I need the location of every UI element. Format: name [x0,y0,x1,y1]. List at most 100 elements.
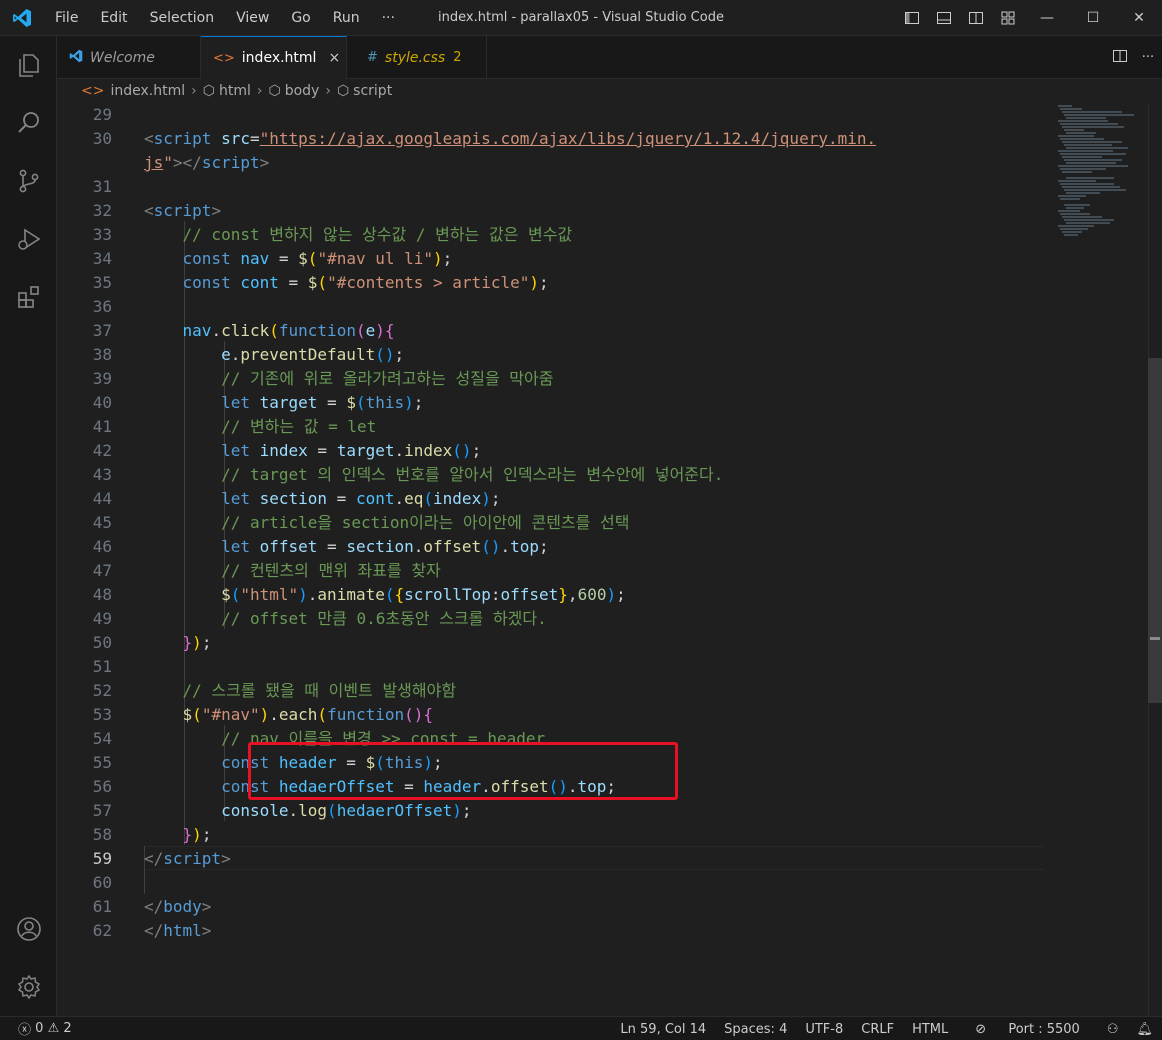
status-bar: ⓧ 0 ⚠ 2 Ln 59, Col 14 Spaces: 4 UTF-8 CR… [0,1016,1162,1040]
code-line[interactable]: 39 // 기존에 위로 올라가려고하는 성질을 막아줌 [57,367,1057,391]
code-line[interactable]: 58 }); [57,823,1057,847]
tab-welcome[interactable]: Welcome [57,36,201,79]
accounts-icon[interactable] [0,900,57,958]
code-line[interactable]: 35 const cont = $("#contents > article")… [57,271,1057,295]
code-line[interactable]: 52 // 스크롤 됐을 때 이벤트 발생해야함 [57,679,1057,703]
code-line[interactable]: 60 [57,871,1057,895]
language-mode[interactable]: HTML [903,1022,957,1037]
code-line[interactable]: 31 [57,175,1057,199]
minimap[interactable] [1058,103,1148,243]
code-text: </body> [144,897,212,916]
toggle-secondary-sidebar-icon[interactable] [960,0,992,36]
more-actions-icon[interactable]: ··· [1134,50,1162,65]
code-line[interactable]: 62 </html> [57,919,1057,943]
menu-edit[interactable]: Edit [89,0,138,36]
code-line[interactable]: 41 // 변하는 값 = let [57,415,1057,439]
tab-index-html[interactable]: <> index.html × [201,36,347,79]
code-text: js"></script> [144,153,270,172]
code-line[interactable]: 49 // offset 만큼 0.6초동안 스크롤 하겠다. [57,607,1057,631]
code-line[interactable]: 47 // 컨텐츠의 맨위 좌표를 찾자 [57,559,1057,583]
code-text: }); [182,825,212,844]
code-line[interactable]: 34 const nav = $("#nav ul li"); [57,247,1057,271]
toggle-panel-icon[interactable] [928,0,960,36]
code-line[interactable]: js"></script> [57,151,1057,175]
live-server-port[interactable]: ⊘ Port : 5500 [957,1022,1098,1037]
breadcrumb-body[interactable]: body [285,83,320,99]
code-text: // 변하는 값 = let [221,417,377,436]
problems-indicator[interactable]: ⓧ 0 ⚠ 2 [0,1019,72,1038]
cursor-position[interactable]: Ln 59, Col 14 [611,1022,715,1037]
maximize-button[interactable]: ☐ [1070,0,1116,36]
line-number: 50 [92,633,112,652]
minimap-line [1066,177,1114,179]
line-number: 60 [92,873,112,892]
vertical-scrollbar[interactable] [1148,103,1162,1016]
code-line[interactable]: 44 let section = cont.eq(index); [57,487,1057,511]
code-editor[interactable]: 29 30 <script src="https://ajax.googleapis… [57,103,1162,1016]
scrollbar-thumb[interactable] [1148,358,1162,703]
line-number: 37 [92,321,112,340]
close-window-button[interactable]: ✕ [1116,0,1162,36]
line-number: 44 [92,489,112,508]
code-line[interactable]: 38 e.preventDefault(); [57,343,1057,367]
code-line[interactable]: 59 </script> [57,847,1057,871]
line-number: 48 [92,585,112,604]
code-line[interactable]: 51 [57,655,1057,679]
code-line[interactable]: 33 // const 변하지 않는 상수값 / 변하는 값은 변수값 [57,223,1057,247]
notifications-bell-icon[interactable]: 🔔︎ [1127,1022,1162,1037]
code-line[interactable]: 37 nav.click(function(e){ [57,319,1057,343]
feedback-icon[interactable]: ⚇ [1098,1022,1128,1037]
minimap-line [1062,126,1124,128]
code-line[interactable]: 45 // article을 section이라는 아이안에 콘텐츠를 선택 [57,511,1057,535]
code-line[interactable]: 57 console.log(hedaerOffset); [57,799,1057,823]
code-text: // article을 section이라는 아이안에 콘텐츠를 선택 [221,513,630,532]
code-line[interactable]: 40 let target = $(this); [57,391,1057,415]
code-line[interactable]: 53 $("#nav").each(function(){ [57,703,1057,727]
menu-file[interactable]: File [44,0,89,36]
minimap-line [1064,189,1126,191]
line-number: 55 [92,753,112,772]
code-line[interactable]: 50 }); [57,631,1057,655]
minimap-line [1066,117,1106,119]
menu-more[interactable]: ··· [371,0,406,36]
code-line[interactable]: 30 <script src="https://ajax.googleapis.c… [57,127,1057,151]
run-debug-icon[interactable] [0,210,57,268]
code-line[interactable]: 43 // target 의 인덱스 번호를 알아서 인덱스라는 변수안에 넣어… [57,463,1057,487]
editor-tabs: Welcome <> index.html × # style.css 2 ··… [57,36,1162,79]
code-line[interactable]: 61 </body> [57,895,1057,919]
extensions-icon[interactable] [0,268,57,326]
menu-view[interactable]: View [225,0,280,36]
code-line[interactable]: 32 <script> [57,199,1057,223]
minimap-line [1066,147,1128,149]
code-line[interactable]: 42 let index = target.index(); [57,439,1057,463]
code-line[interactable]: 36 [57,295,1057,319]
breadcrumb-file[interactable]: index.html [110,83,185,99]
breadcrumb-script[interactable]: script [353,83,392,99]
menu-go[interactable]: Go [280,0,321,36]
code-line[interactable]: 29 [57,103,1057,127]
error-count: 0 [35,1021,44,1036]
menu-selection[interactable]: Selection [139,0,226,36]
minimap-line [1062,231,1082,233]
menu-run[interactable]: Run [322,0,371,36]
search-icon[interactable] [0,94,57,152]
code-line[interactable]: 46 let offset = section.offset().top; [57,535,1057,559]
split-editor-icon[interactable] [1106,48,1134,68]
breadcrumb-html[interactable]: html [219,83,251,99]
end-of-line[interactable]: CRLF [852,1022,903,1037]
code-line[interactable]: 48 $("html").animate({scrollTop:offset},… [57,583,1057,607]
minimize-button[interactable]: — [1024,0,1070,36]
code-text: </script> [144,849,231,868]
customize-layout-icon[interactable] [992,0,1024,36]
minimap-line [1062,111,1122,113]
file-encoding[interactable]: UTF-8 [796,1022,852,1037]
source-control-icon[interactable] [0,152,57,210]
toggle-primary-sidebar-icon[interactable] [896,0,928,36]
code-text: let index = target.index(); [221,441,482,460]
tab-style-css[interactable]: # style.css 2 [347,36,487,79]
indentation[interactable]: Spaces: 4 [715,1022,796,1037]
settings-gear-icon[interactable] [0,958,57,1016]
explorer-icon[interactable] [0,36,57,94]
vscode-icon [69,49,83,67]
close-tab-icon[interactable]: × [328,50,340,66]
